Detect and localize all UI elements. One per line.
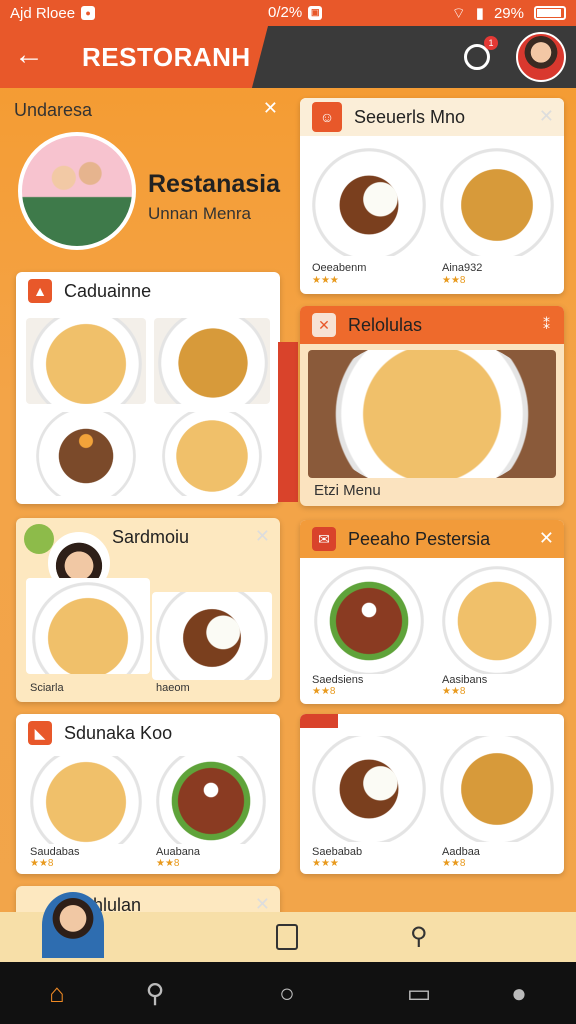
food-image[interactable]	[436, 564, 556, 674]
category-card[interactable]: ✕ Relolulas ⁑ Etzi Menu	[300, 306, 564, 506]
battery-icon	[534, 6, 566, 20]
category-card[interactable]: Sardmoiu ✕ Sciarla haeom	[16, 518, 280, 702]
wrench-icon[interactable]: ⚲	[410, 922, 428, 951]
notification-icon: ●	[81, 6, 96, 20]
card-title: Sdunaka Koo	[64, 722, 173, 743]
rating-stars: ★★8	[312, 686, 336, 697]
search-icon[interactable]: ⚲	[140, 978, 170, 1008]
food-image[interactable]	[154, 412, 270, 496]
person-icon: ▲	[28, 279, 52, 303]
food-image[interactable]	[436, 144, 556, 256]
home-icon[interactable]: ⌂	[42, 978, 72, 1008]
arrow-left-icon[interactable]: ←	[14, 40, 48, 74]
close-icon[interactable]: ✕	[539, 528, 554, 549]
avatar[interactable]	[516, 32, 566, 82]
app-bar: ← RESTORANH 1	[0, 26, 576, 88]
category-card[interactable]: ◣ Sdunaka Koo Saudabas ★★8 Auabana ★★8	[16, 714, 280, 874]
sim-icon: ▣	[308, 5, 323, 20]
item-label: Oeeabenm	[312, 262, 367, 274]
pizza-icon: ◣	[28, 721, 52, 745]
leaf-icon	[24, 524, 54, 554]
card-title: Sardmoiu	[112, 526, 190, 547]
card-title: Peeaho Pestersia	[348, 528, 491, 549]
card-accent	[300, 714, 338, 728]
category-card[interactable]: ✉ Peeaho Pestersia ✕ Saedsiens ★★8 Aasiba…	[300, 520, 564, 704]
signal-icon: ▮	[475, 5, 484, 22]
close-icon[interactable]: ✕	[539, 106, 554, 127]
close-icon[interactable]: ✕	[255, 526, 270, 547]
wifi-icon: ⌔	[451, 4, 466, 22]
food-image[interactable]	[152, 756, 270, 844]
app-title: RESTORANH	[82, 42, 251, 72]
guide-avatar[interactable]	[42, 892, 104, 958]
category-card[interactable]: Saebabab ★★★ Aadbaa ★★8	[300, 714, 564, 874]
card-title: Seeuerls Mno	[354, 106, 466, 127]
food-image[interactable]	[308, 564, 430, 674]
category-card[interactable]: ☺ Seeuerls Mno ✕ Oeeabenm ★★★ Aina932 ★★8	[300, 98, 564, 294]
rating-stars: ★★8	[442, 275, 466, 286]
cutlery-icon: ✕	[312, 313, 336, 337]
profile-name: Restanasia	[148, 170, 281, 198]
item-label: Aina932	[442, 262, 483, 274]
item-label: Aasibans	[442, 674, 488, 686]
featured-food-image[interactable]	[308, 350, 556, 478]
food-image[interactable]	[308, 144, 430, 256]
rating-stars: ★★8	[30, 858, 54, 869]
close-icon[interactable]: ✕	[263, 98, 278, 119]
more-icon[interactable]: ⁑	[543, 316, 550, 333]
carrier-text: Ajd Rloee	[10, 4, 76, 22]
rating-stars: ★★8	[442, 858, 466, 869]
food-image[interactable]	[26, 318, 146, 404]
item-label: haeom	[156, 682, 190, 694]
map-icon[interactable]	[276, 924, 298, 950]
notification-badge: 1	[484, 36, 498, 50]
chef-icon: ☺	[312, 102, 342, 132]
rating-stars: ★★★	[312, 858, 339, 869]
mid-percent: 0/2%	[268, 4, 303, 21]
food-image[interactable]	[436, 736, 556, 842]
message-icon[interactable]: ▭	[404, 978, 434, 1008]
accent-strip	[278, 342, 298, 502]
rating-stars: ★★8	[442, 686, 466, 697]
circle-icon[interactable]: ○	[272, 978, 302, 1008]
profile-section: Undaresa ✕ Restanasia Unnan Menra	[8, 90, 286, 260]
mail-icon: ✉	[312, 527, 336, 551]
rating-stars: ★★★	[312, 275, 339, 286]
battery-text: 29%	[493, 4, 524, 22]
bottom-action-bar: ⚲	[0, 892, 576, 962]
item-label: Saebabab	[312, 846, 363, 858]
card-footer: Etzi Menu	[314, 482, 381, 499]
item-label: Sciarla	[30, 682, 64, 694]
profile-avatar	[18, 132, 136, 250]
food-image[interactable]	[26, 756, 146, 844]
card-title: Caduainne	[64, 280, 152, 301]
food-image[interactable]	[154, 318, 270, 404]
status-bar: Ajd Rloee ● 0/2% ▣ ⌔ ▮ 29%	[0, 0, 576, 26]
profile-header: Undaresa	[14, 100, 93, 120]
item-label: Auabana	[156, 846, 201, 858]
item-label: Aadbaa	[442, 846, 480, 858]
item-label: Saedsiens	[312, 674, 364, 686]
category-card[interactable]: ▲ Caduainne	[16, 272, 280, 504]
food-image[interactable]	[308, 736, 430, 842]
rating-stars: ★★8	[156, 858, 180, 869]
food-image[interactable]	[26, 412, 146, 496]
item-label: Saudabas	[30, 846, 80, 858]
card-title: Relolulas	[348, 314, 423, 335]
navigation-bar: ⌂ ⚲ ○ ▭ ●	[0, 962, 576, 1024]
food-image[interactable]	[152, 592, 272, 680]
food-image[interactable]	[26, 578, 150, 674]
profile-subtitle: Unnan Menra	[148, 204, 252, 223]
person-icon[interactable]: ●	[504, 978, 534, 1008]
